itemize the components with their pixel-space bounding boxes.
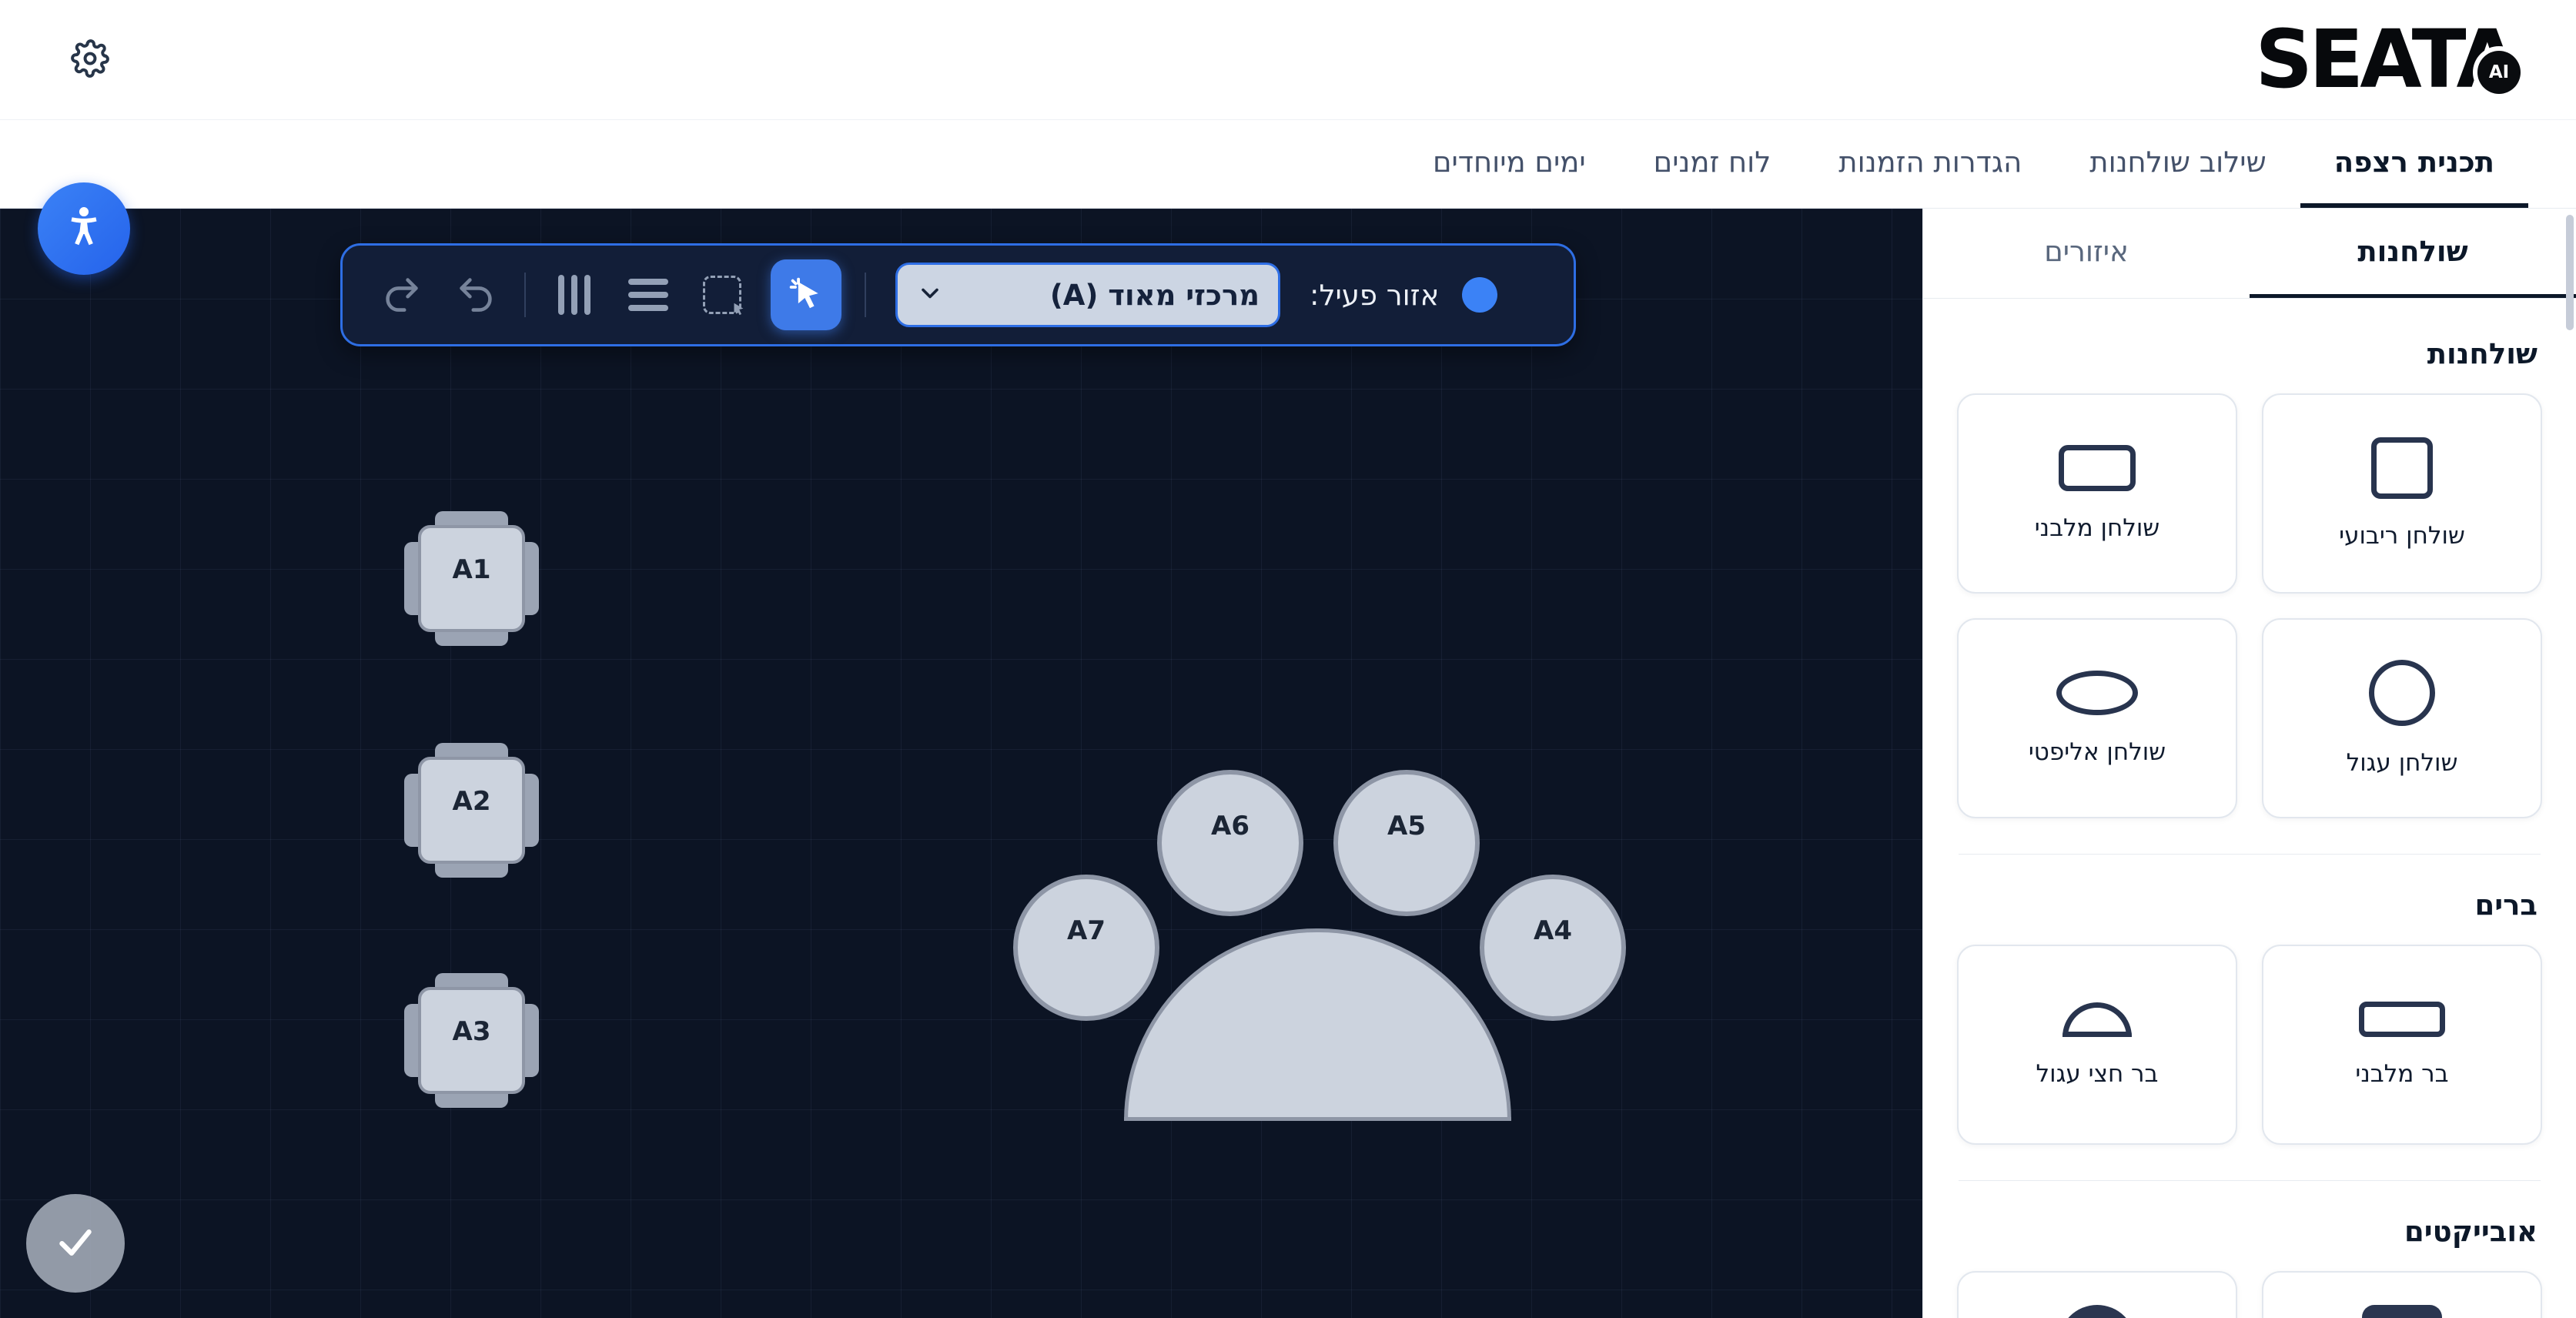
main-nav: תכנית רצפה שילוב שולחנות הגדרות הזמנות ל… bbox=[0, 120, 2576, 209]
table-label: A2 bbox=[453, 786, 491, 817]
seat-label: A7 bbox=[1067, 915, 1106, 946]
card-half-round-bar[interactable]: בר חצי עגול bbox=[1957, 945, 2237, 1145]
accessibility-icon bbox=[59, 202, 109, 256]
rect-table-icon bbox=[2059, 445, 2136, 491]
round-table-icon bbox=[2369, 660, 2435, 726]
active-area-label: אזור פעיל: bbox=[1310, 279, 1439, 312]
tab-floor-plan[interactable]: תכנית רצפה bbox=[2300, 120, 2528, 208]
sidebar-tabs: שולחנות איזורים bbox=[1923, 209, 2576, 299]
bars-card-grid: בר מלבני בר חצי עגול bbox=[1957, 945, 2542, 1145]
select-tool-button[interactable] bbox=[771, 259, 841, 330]
half-round-bar-icon bbox=[2062, 1002, 2132, 1037]
settings-button[interactable] bbox=[55, 25, 125, 95]
undo-button[interactable] bbox=[450, 269, 501, 320]
half-round-bar-table[interactable] bbox=[1124, 928, 1511, 1121]
section-title-objects: אובייקטים bbox=[1962, 1215, 2538, 1248]
card-object[interactable] bbox=[2262, 1271, 2542, 1318]
marquee-select-icon bbox=[703, 276, 741, 314]
area-select-value: מרכזי מאוד (A) bbox=[955, 279, 1260, 312]
tab-special-days[interactable]: ימים מיוחדים bbox=[1399, 120, 1620, 208]
seat-a6[interactable]: A6 bbox=[1157, 770, 1303, 916]
object-icon bbox=[2059, 1305, 2136, 1318]
section-title-tables: שולחנות bbox=[1962, 337, 2538, 370]
columns-tool-button[interactable] bbox=[549, 269, 600, 320]
tab-schedule[interactable]: לוח זמנים bbox=[1620, 120, 1805, 208]
table-a1[interactable]: A1 bbox=[418, 525, 525, 632]
card-rect-table[interactable]: שולחן מלבני bbox=[1957, 393, 2237, 594]
object-icon bbox=[2362, 1305, 2442, 1318]
accessibility-button[interactable] bbox=[38, 182, 130, 275]
sidebar-scrollbar[interactable] bbox=[2566, 215, 2574, 330]
chevron-down-icon bbox=[916, 279, 944, 310]
tab-reservation-settings[interactable]: הגדרות הזמנות bbox=[1805, 120, 2056, 208]
header: SEATA AI bbox=[0, 0, 2576, 120]
list-icon bbox=[628, 279, 668, 311]
seat-a5[interactable]: A5 bbox=[1333, 770, 1480, 916]
active-area-color-dot bbox=[1462, 277, 1497, 313]
toolbar-divider bbox=[865, 273, 866, 317]
rect-bar-icon bbox=[2359, 1002, 2445, 1037]
seat-a7[interactable]: A7 bbox=[1013, 875, 1159, 1021]
ellipse-table-icon bbox=[2056, 671, 2138, 715]
sidebar: שולחנות איזורים שולחנות שולחן ריבועי שול… bbox=[1922, 209, 2576, 1318]
floor-canvas[interactable]: מרכזי מאוד (A) אזור פעיל: A1 A2 A3 bbox=[0, 209, 1922, 1318]
logo-ai-badge: AI bbox=[2477, 51, 2521, 94]
marquee-select-button[interactable] bbox=[697, 269, 748, 320]
app: SEATA AI תכנית רצפה שילוב שולחנות הגדרות… bbox=[0, 0, 2576, 1318]
table-a2[interactable]: A2 bbox=[418, 757, 525, 864]
card-square-table[interactable]: שולחן ריבועי bbox=[2262, 393, 2542, 594]
square-table-icon bbox=[2371, 437, 2433, 499]
seat-label: A6 bbox=[1211, 811, 1250, 841]
undo-icon bbox=[456, 274, 496, 316]
sidebar-content: שולחנות שולחן ריבועי שולחן מלבני שולחן ע… bbox=[1923, 299, 2576, 1318]
card-rect-bar[interactable]: בר מלבני bbox=[2262, 945, 2542, 1145]
section-divider bbox=[1959, 854, 2541, 855]
redo-icon bbox=[382, 274, 422, 316]
list-tool-button[interactable] bbox=[623, 269, 674, 320]
card-round-table[interactable]: שולחן עגול bbox=[2262, 618, 2542, 818]
card-ellipse-table[interactable]: שולחן אליפטי bbox=[1957, 618, 2237, 818]
card-object[interactable] bbox=[1957, 1271, 2237, 1318]
cursor-icon bbox=[785, 273, 827, 317]
seat-label: A4 bbox=[1534, 915, 1572, 946]
confirm-button[interactable] bbox=[26, 1194, 125, 1293]
logo-text: SEATA bbox=[2255, 24, 2514, 96]
toolbar-divider bbox=[524, 273, 526, 317]
sidebar-tab-zones[interactable]: איזורים bbox=[1923, 209, 2250, 298]
area-select-dropdown[interactable]: מרכזי מאוד (A) bbox=[895, 263, 1280, 327]
sidebar-tab-tables[interactable]: שולחנות bbox=[2250, 209, 2576, 298]
gear-icon bbox=[71, 39, 109, 80]
redo-button[interactable] bbox=[376, 269, 427, 320]
section-title-bars: ברים bbox=[1962, 888, 2538, 922]
app-logo: SEATA AI bbox=[2255, 24, 2521, 96]
section-divider bbox=[1959, 1180, 2541, 1181]
table-label: A3 bbox=[453, 1016, 491, 1047]
seat-a4[interactable]: A4 bbox=[1480, 875, 1626, 1021]
tab-table-combination[interactable]: שילוב שולחנות bbox=[2056, 120, 2300, 208]
seat-label: A5 bbox=[1387, 811, 1426, 841]
canvas-toolbar: מרכזי מאוד (A) אזור פעיל: bbox=[340, 243, 1576, 346]
columns-icon bbox=[558, 275, 590, 315]
table-a3[interactable]: A3 bbox=[418, 987, 525, 1094]
tables-card-grid: שולחן ריבועי שולחן מלבני שולחן עגול שולח… bbox=[1957, 393, 2542, 818]
objects-card-grid bbox=[1957, 1271, 2542, 1318]
check-icon bbox=[52, 1219, 99, 1268]
table-label: A1 bbox=[453, 554, 491, 585]
